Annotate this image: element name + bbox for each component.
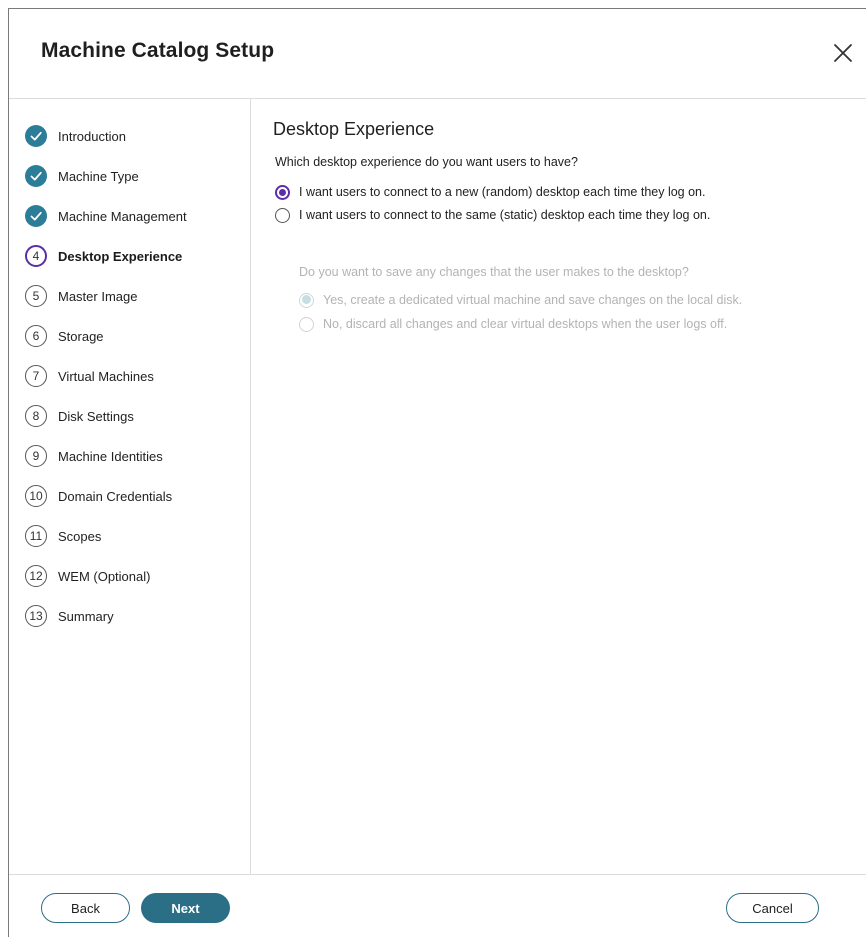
step-domain-credentials: 10 Domain Credentials <box>25 483 172 509</box>
step-number: 6 <box>25 325 47 347</box>
step-master-image: 5 Master Image <box>25 283 137 309</box>
checkmark-icon <box>25 125 47 147</box>
dialog-title: Machine Catalog Setup <box>41 39 275 62</box>
random-desktop-option[interactable]: I want users to connect to a new (random… <box>275 183 705 201</box>
step-label: Virtual Machines <box>58 368 154 384</box>
step-desktop-experience: 4 Desktop Experience <box>25 243 182 269</box>
close-icon[interactable] <box>832 42 854 64</box>
static-desktop-option[interactable]: I want users to connect to the same (sta… <box>275 206 710 224</box>
step-number: 10 <box>25 485 47 507</box>
option-label: I want users to connect to the same (sta… <box>299 208 711 222</box>
step-content: Desktop Experience Which desktop experie… <box>251 99 866 875</box>
step-virtual-machines: 7 Virtual Machines <box>25 363 154 389</box>
step-label: Master Image <box>58 288 138 304</box>
radio-button <box>299 316 314 332</box>
radio-button <box>299 292 314 308</box>
wizard-steps-sidebar: Introduction Machine Type Machine Manage… <box>9 99 251 875</box>
dialog-footer: Back Next Cancel <box>9 874 866 937</box>
step-label: Storage <box>58 328 104 344</box>
save-changes-question: Do you want to save any changes that the… <box>299 265 689 279</box>
step-label: Machine Identities <box>58 448 163 464</box>
step-introduction: Introduction <box>25 123 126 149</box>
desktop-experience-question: Which desktop experience do you want use… <box>275 155 578 169</box>
machine-catalog-setup-dialog: Machine Catalog Setup Introduction Machi… <box>8 8 866 937</box>
checkmark-icon <box>25 205 47 227</box>
step-wem: 12 WEM (Optional) <box>25 563 150 589</box>
option-label: Yes, create a dedicated virtual machine … <box>323 293 743 307</box>
step-label: Introduction <box>58 128 126 144</box>
checkmark-icon <box>25 165 47 187</box>
step-number: 9 <box>25 445 47 467</box>
save-changes-yes-option: Yes, create a dedicated virtual machine … <box>299 291 742 309</box>
step-label: Disk Settings <box>58 408 134 424</box>
step-label: Scopes <box>58 528 102 544</box>
step-number: 7 <box>25 365 47 387</box>
section-title: Desktop Experience <box>273 119 435 139</box>
next-button[interactable]: Next <box>141 893 230 923</box>
cancel-button[interactable]: Cancel <box>726 893 819 923</box>
step-label: Machine Type <box>58 168 139 184</box>
step-disk-settings: 8 Disk Settings <box>25 403 134 429</box>
step-summary: 13 Summary <box>25 603 114 629</box>
step-machine-identities: 9 Machine Identities <box>25 443 163 469</box>
step-label: Desktop Experience <box>58 248 183 264</box>
step-storage: 6 Storage <box>25 323 104 349</box>
step-label: WEM (Optional) <box>58 568 151 584</box>
option-label: No, discard all changes and clear virtua… <box>323 317 728 331</box>
step-number: 5 <box>25 285 47 307</box>
option-label: I want users to connect to a new (random… <box>299 185 706 199</box>
step-number: 13 <box>25 605 47 627</box>
step-machine-type: Machine Type <box>25 163 139 189</box>
step-label: Domain Credentials <box>58 488 173 504</box>
back-button[interactable]: Back <box>41 893 130 923</box>
step-machine-management: Machine Management <box>25 203 187 229</box>
radio-button[interactable] <box>275 184 290 200</box>
step-scopes: 11 Scopes <box>25 523 101 549</box>
step-label: Machine Management <box>58 208 187 224</box>
radio-button[interactable] <box>275 207 290 223</box>
step-number: 8 <box>25 405 47 427</box>
step-number: 12 <box>25 565 47 587</box>
step-number: 11 <box>25 525 47 547</box>
step-label: Summary <box>58 608 114 624</box>
step-number: 4 <box>25 245 47 267</box>
save-changes-no-option: No, discard all changes and clear virtua… <box>299 315 727 333</box>
dialog-header: Machine Catalog Setup <box>9 9 866 99</box>
